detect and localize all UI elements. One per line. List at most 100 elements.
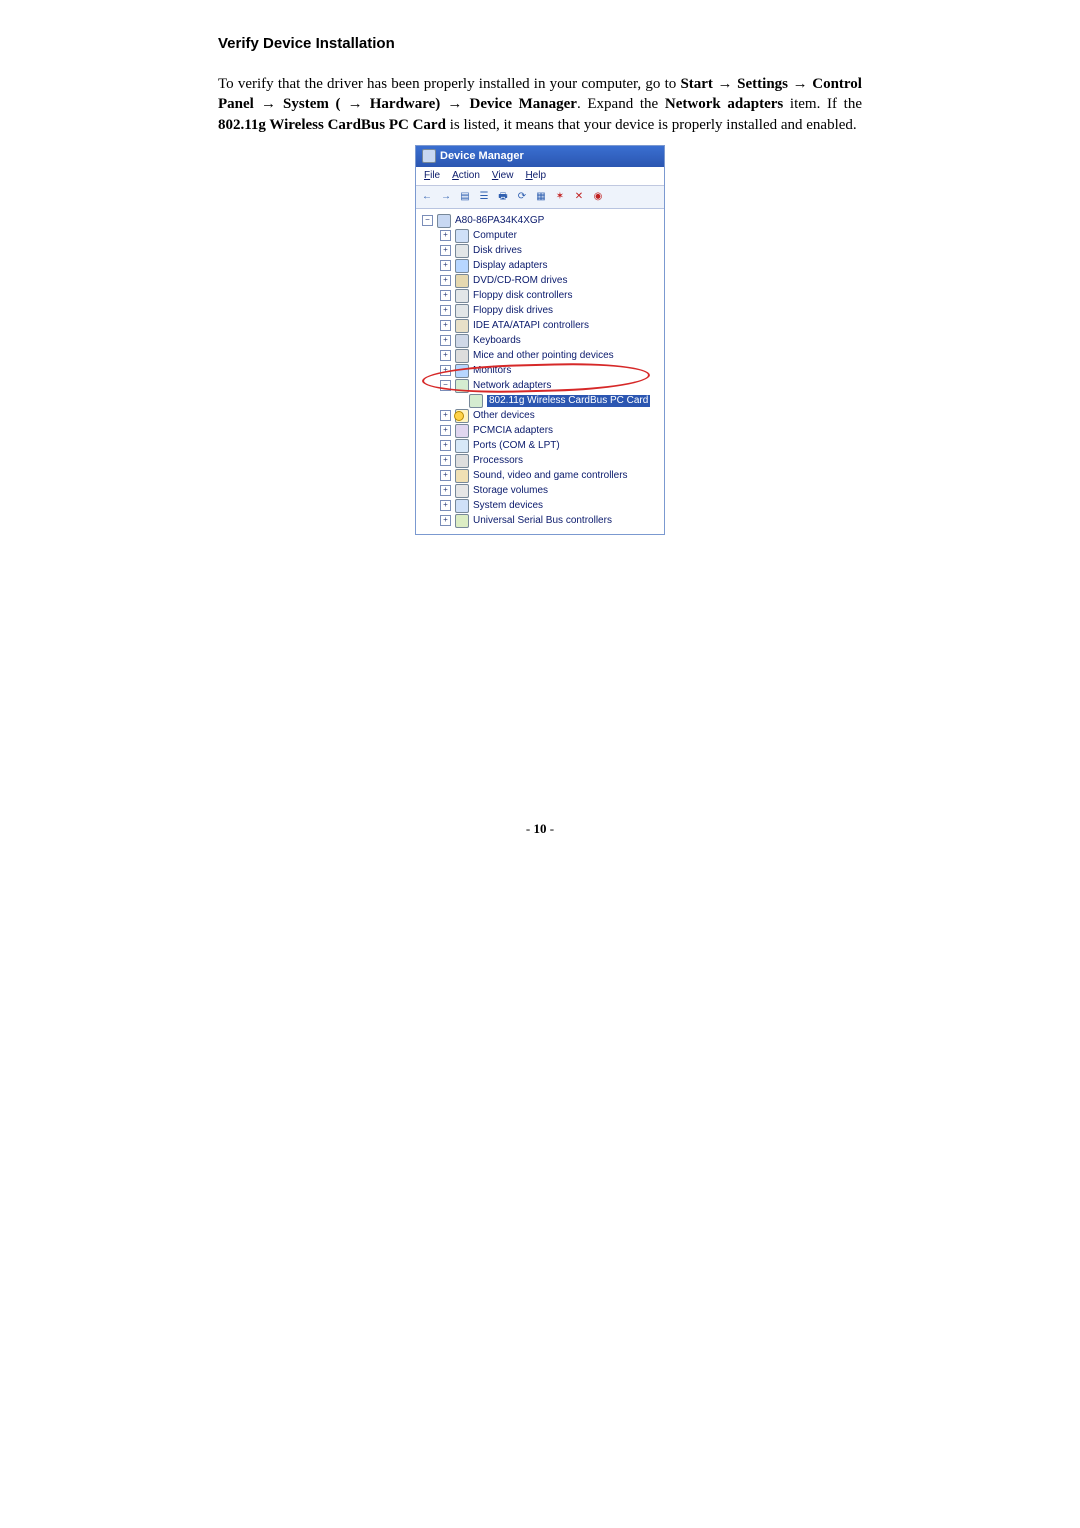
tree-item[interactable]: Computer (440, 228, 662, 243)
window-titlebar[interactable]: Device Manager (416, 146, 664, 167)
expand-icon[interactable] (440, 290, 451, 301)
flop-icon (455, 304, 469, 318)
tree-item[interactable]: Universal Serial Bus controllers (440, 513, 662, 528)
expand-icon[interactable] (440, 335, 451, 346)
nav-back-icon[interactable]: ← (419, 189, 435, 205)
arrow-icon: → (788, 75, 812, 92)
tree-item[interactable]: Disk drives (440, 243, 662, 258)
bold-start: Start (680, 76, 713, 92)
tree-item-network-adapters[interactable]: Network adapters (440, 378, 662, 393)
tree-item[interactable]: Sound, video and game controllers (440, 468, 662, 483)
usb-icon (455, 514, 469, 528)
expand-icon[interactable] (440, 320, 451, 331)
tree-item[interactable]: Ports (COM & LPT) (440, 438, 662, 453)
arrow-icon: → (254, 95, 283, 112)
menu-help[interactable]: Help (525, 169, 546, 183)
stor-icon (455, 484, 469, 498)
node-label: Computer (473, 230, 517, 242)
menu-view[interactable]: View (492, 169, 514, 183)
tree-item[interactable]: IDE ATA/ATAPI controllers (440, 318, 662, 333)
toolbar: ← → ▤ ☰ 🖶 ⟳ ▦ ✶ ✕ ◉ (416, 186, 664, 209)
page-number: - 10 - (0, 820, 1080, 838)
nav-forward-icon[interactable]: → (438, 189, 454, 205)
expand-icon[interactable] (440, 500, 451, 511)
body-paragraph: To verify that the driver has been prope… (218, 74, 862, 135)
toolbar-print-icon[interactable]: 🖶 (495, 189, 511, 205)
toolbar-refresh-icon[interactable]: ⟳ (514, 189, 530, 205)
tree-root-node[interactable]: A80-86PA34K4XGP (422, 213, 662, 228)
node-label: System devices (473, 500, 543, 512)
collapse-icon[interactable] (422, 215, 433, 226)
network-card-icon (469, 394, 483, 408)
toolbar-tree-icon[interactable]: ▤ (457, 189, 473, 205)
tree-item[interactable]: Monitors (440, 363, 662, 378)
expand-icon[interactable] (440, 260, 451, 271)
expand-icon[interactable] (440, 245, 451, 256)
arrow-icon: → (713, 75, 737, 92)
node-label: Processors (473, 455, 523, 467)
text-fragment: . Expand the (577, 96, 665, 112)
menu-action[interactable]: Action (452, 169, 480, 183)
expand-icon[interactable] (440, 425, 451, 436)
tree-item[interactable]: Keyboards (440, 333, 662, 348)
node-label: Network adapters (473, 380, 551, 392)
node-label: Other devices (473, 410, 535, 422)
arrow-icon: → (341, 95, 370, 112)
menu-file[interactable]: FFileile (424, 169, 440, 183)
warning-icon (455, 409, 469, 423)
expand-icon[interactable] (440, 350, 451, 361)
expand-icon[interactable] (440, 440, 451, 451)
tree-item-other-devices[interactable]: Other devices (440, 408, 662, 423)
toolbar-uninstall-icon[interactable]: ◉ (590, 189, 606, 205)
expand-icon[interactable] (440, 365, 451, 376)
port-icon (455, 439, 469, 453)
tree-item[interactable]: DVD/CD-ROM drives (440, 273, 662, 288)
tree-item-wireless-card[interactable]: 802.11g Wireless CardBus PC Card (456, 393, 662, 408)
device-manager-window: Device Manager FFileile Action View Help… (415, 145, 665, 535)
expand-icon[interactable] (440, 485, 451, 496)
tree-item[interactable]: Floppy disk drives (440, 303, 662, 318)
mice-icon (455, 349, 469, 363)
toolbar-update-icon[interactable]: ▦ (533, 189, 549, 205)
text-fragment: To verify that the driver has been prope… (218, 76, 680, 92)
tree-item[interactable]: Processors (440, 453, 662, 468)
sys-icon (455, 499, 469, 513)
window-title-text: Device Manager (440, 149, 524, 164)
expand-icon[interactable] (440, 515, 451, 526)
expand-icon[interactable] (440, 410, 451, 421)
dvd-icon (455, 274, 469, 288)
tree-item[interactable]: Mice and other pointing devices (440, 348, 662, 363)
expand-icon[interactable] (440, 470, 451, 481)
expand-icon[interactable] (440, 455, 451, 466)
toolbar-properties-icon[interactable]: ☰ (476, 189, 492, 205)
tree-item[interactable]: PCMCIA adapters (440, 423, 662, 438)
expand-icon[interactable] (440, 275, 451, 286)
collapse-icon[interactable] (440, 380, 451, 391)
computer-icon (437, 214, 451, 228)
toolbar-scan-icon[interactable]: ✶ (552, 189, 568, 205)
text-fragment: item. If the (783, 96, 862, 112)
node-label: Floppy disk controllers (473, 290, 572, 302)
node-label: Universal Serial Bus controllers (473, 515, 612, 527)
disk-icon (455, 244, 469, 258)
window-icon (422, 149, 436, 163)
ide-icon (455, 319, 469, 333)
node-label: Mice and other pointing devices (473, 350, 614, 362)
mon-icon (455, 364, 469, 378)
tree-item[interactable]: Storage volumes (440, 483, 662, 498)
tree-item[interactable]: Floppy disk controllers (440, 288, 662, 303)
expand-icon[interactable] (440, 305, 451, 316)
node-label: Disk drives (473, 245, 522, 257)
tree-item[interactable]: System devices (440, 498, 662, 513)
node-label: Ports (COM & LPT) (473, 440, 560, 452)
node-label: Monitors (473, 365, 511, 377)
toolbar-disable-icon[interactable]: ✕ (571, 189, 587, 205)
network-icon (455, 379, 469, 393)
flop-icon (455, 289, 469, 303)
comp-icon (455, 229, 469, 243)
expand-icon[interactable] (440, 230, 451, 241)
node-label: DVD/CD-ROM drives (473, 275, 567, 287)
node-label: IDE ATA/ATAPI controllers (473, 320, 589, 332)
tree-item[interactable]: Display adapters (440, 258, 662, 273)
node-label: Keyboards (473, 335, 521, 347)
